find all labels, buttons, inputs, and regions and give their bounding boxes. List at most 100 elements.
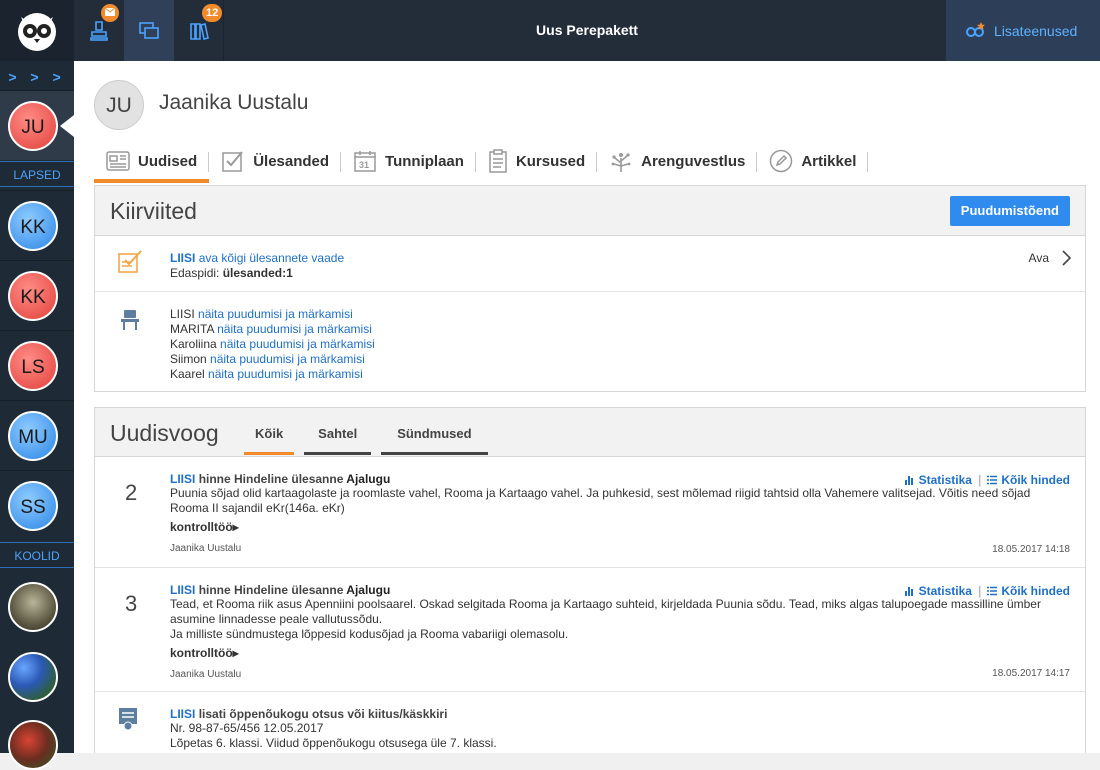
child-link[interactable]: LIISI <box>170 583 195 597</box>
messages-button[interactable] <box>74 0 124 61</box>
tasks-link-label: ava kõigi ülesannete vaade <box>198 251 345 265</box>
statistics-link[interactable]: Statistika <box>904 473 972 487</box>
assessment-type-toggle[interactable]: kontrolltöö▸ <box>170 520 1070 534</box>
bar-chart-icon <box>904 587 913 596</box>
filter-events[interactable]: Sündmused <box>381 418 488 455</box>
school-avatar-3[interactable] <box>8 720 58 770</box>
tab-artikkel[interactable]: Artikkel <box>757 143 869 179</box>
avatar: LS <box>8 341 58 391</box>
pencil-icon <box>770 149 793 173</box>
feed-title-text: lisati õppenõukogu otsus või kiitus/käsk… <box>198 707 448 721</box>
newsfeed-header: Uudisvoog Kõik Sahtel Sündmused <box>95 408 1085 457</box>
all-grades-label: Kõik hinded <box>1001 473 1070 487</box>
filter-drawer[interactable]: Sahtel <box>304 418 372 455</box>
caret-right-icon: ▸ <box>232 520 239 534</box>
tab-uudised[interactable]: Uudised <box>94 143 210 183</box>
calendar-icon: 31 <box>354 151 376 172</box>
books-badge: 12 <box>202 4 223 22</box>
absence-item: Siimon näita puudumisi ja märkamisi <box>170 352 375 367</box>
open-button[interactable]: Ava <box>1029 250 1071 266</box>
feed-title-text: hinne Hindeline ülesanne <box>198 583 344 597</box>
feed-text: Nr. 98-87-65/456 12.05.2017 Lõpetas 6. k… <box>170 721 1070 751</box>
child-name: Karoliina <box>170 337 217 351</box>
absence-link[interactable]: näita puudumisi ja märkamisi <box>198 307 353 321</box>
avatar: KK <box>8 201 58 251</box>
child-item-ju[interactable]: JU <box>0 90 74 160</box>
feed-text: Tead, et Rooma riik asus Apenniini pools… <box>170 597 1070 642</box>
tab-label: Uudised <box>138 152 198 170</box>
absence-link[interactable]: näita puudumisi ja märkamisi <box>208 367 363 381</box>
absence-link[interactable]: näita puudumisi ja märkamisi <box>220 337 375 351</box>
list-icon <box>987 586 998 596</box>
tab-tunniplaan[interactable]: 31 Tunniplaan <box>341 143 476 179</box>
tasks-link[interactable]: LIISI ava kõigi ülesannete vaade <box>170 251 344 265</box>
grade-value: 2 <box>125 480 138 505</box>
child-item-ss[interactable]: SS <box>0 470 74 540</box>
all-grades-label: Kõik hinded <box>1001 584 1070 598</box>
child-name: LIISI <box>170 307 195 321</box>
subject: Ajalugu <box>346 472 391 486</box>
avatar: SS <box>8 481 58 531</box>
feed-item: 3 LIISI hinne Hindeline ülesanne Ajalugu… <box>95 568 1085 692</box>
child-item-ls[interactable]: LS <box>0 330 74 400</box>
school-avatar-1[interactable] <box>8 582 58 632</box>
feed-item: LIISI lisati õppenõukogu otsus või kiitu… <box>95 692 1085 753</box>
tab-label: Tunniplaan <box>385 152 464 170</box>
feed-date: 18.05.2017 14:17 <box>992 668 1070 679</box>
feed-text-line: Puunia sõjad olid kartaagolaste ja rooml… <box>170 486 1031 500</box>
child-item-kk-2[interactable]: KK <box>0 260 74 330</box>
school-avatar-2[interactable] <box>8 652 58 702</box>
absence-link[interactable]: näita puudumisi ja märkamisi <box>210 352 365 366</box>
future-label: Edaspidi: <box>170 266 220 280</box>
filter-all[interactable]: Kõik <box>244 418 295 455</box>
statistics-label: Statistika <box>918 584 972 598</box>
tab-label: Artikkel <box>801 152 857 170</box>
svg-text:31: 31 <box>359 160 369 170</box>
tab-label: Ülesanded <box>253 152 330 170</box>
quick-links-panel: Kiirviited Puudumistõend LIISI ava kõigi… <box>94 185 1086 392</box>
feed-author: Jaanika Uustalu <box>170 669 242 680</box>
bar-chart-icon <box>904 476 913 485</box>
avatar: JU <box>8 101 58 151</box>
all-grades-link[interactable]: Kõik hinded <box>987 584 1070 598</box>
feed-title-text: hinne Hindeline ülesanne <box>198 472 344 486</box>
tab-label: Kursused <box>515 152 586 170</box>
extra-services-label: Lisateenused <box>994 22 1078 39</box>
books-icon <box>190 22 209 40</box>
tasks-row: LIISI ava kõigi ülesannete vaade Edaspid… <box>95 236 1085 292</box>
statistics-link[interactable]: Statistika <box>904 584 972 598</box>
library-button[interactable]: 12 <box>174 0 224 61</box>
feed-text-line: asumine linnadesse peale vallutussõdu. <box>170 612 383 626</box>
open-label: Ava <box>1028 251 1049 265</box>
tree-icon <box>611 153 631 172</box>
section-label-schools: KOOLID <box>0 542 74 568</box>
quick-links-title: Kiirviited <box>110 198 197 224</box>
expand-sidebar-button[interactable]: > > > <box>0 64 74 90</box>
mail-badge <box>101 4 119 22</box>
all-grades-link[interactable]: Kõik hinded <box>987 473 1070 487</box>
feed-item: 2 LIISI hinne Hindeline ülesanne Ajalugu… <box>95 457 1085 568</box>
child-item-mu[interactable]: MU <box>0 400 74 470</box>
chat-icon <box>139 21 159 39</box>
child-item-kk[interactable]: KK <box>0 190 74 260</box>
extra-services-button[interactable]: Lisateenused <box>946 0 1100 61</box>
child-link[interactable]: LIISI <box>170 472 195 486</box>
grade-value: 3 <box>125 591 138 616</box>
section-label-children: LAPSED <box>0 161 74 187</box>
absence-item: MARITA näita puudumisi ja märkamisi <box>170 322 375 337</box>
owl-logo[interactable] <box>0 0 74 61</box>
feed-text-line: Nr. 98-87-65/456 12.05.2017 <box>170 721 324 735</box>
newsfeed-filters: Kõik Sahtel Sündmused <box>244 418 488 455</box>
tab-arenguvestlus[interactable]: Arenguvestlus <box>597 143 758 179</box>
statistics-label: Statistika <box>918 473 972 487</box>
tab-kursused[interactable]: Kursused <box>476 143 598 179</box>
child-link[interactable]: LIISI <box>170 707 195 721</box>
chat-button[interactable] <box>124 0 174 61</box>
assessment-type-toggle[interactable]: kontrolltöö▸ <box>170 646 1070 660</box>
feed-text-line: Tead, et Rooma riik asus Apenniini pools… <box>170 597 1041 611</box>
absence-note-button[interactable]: Puudumistõend <box>949 196 1070 226</box>
feed-text-line: Lõpetas 6. klassi. Viidud õppenõukogu ot… <box>170 736 497 750</box>
absence-link[interactable]: näita puudumisi ja märkamisi <box>217 322 372 336</box>
tab-ulesanded[interactable]: Ülesanded <box>209 143 341 179</box>
top-bar: 12 Uus Perepakett Lisateenused <box>74 0 1100 61</box>
